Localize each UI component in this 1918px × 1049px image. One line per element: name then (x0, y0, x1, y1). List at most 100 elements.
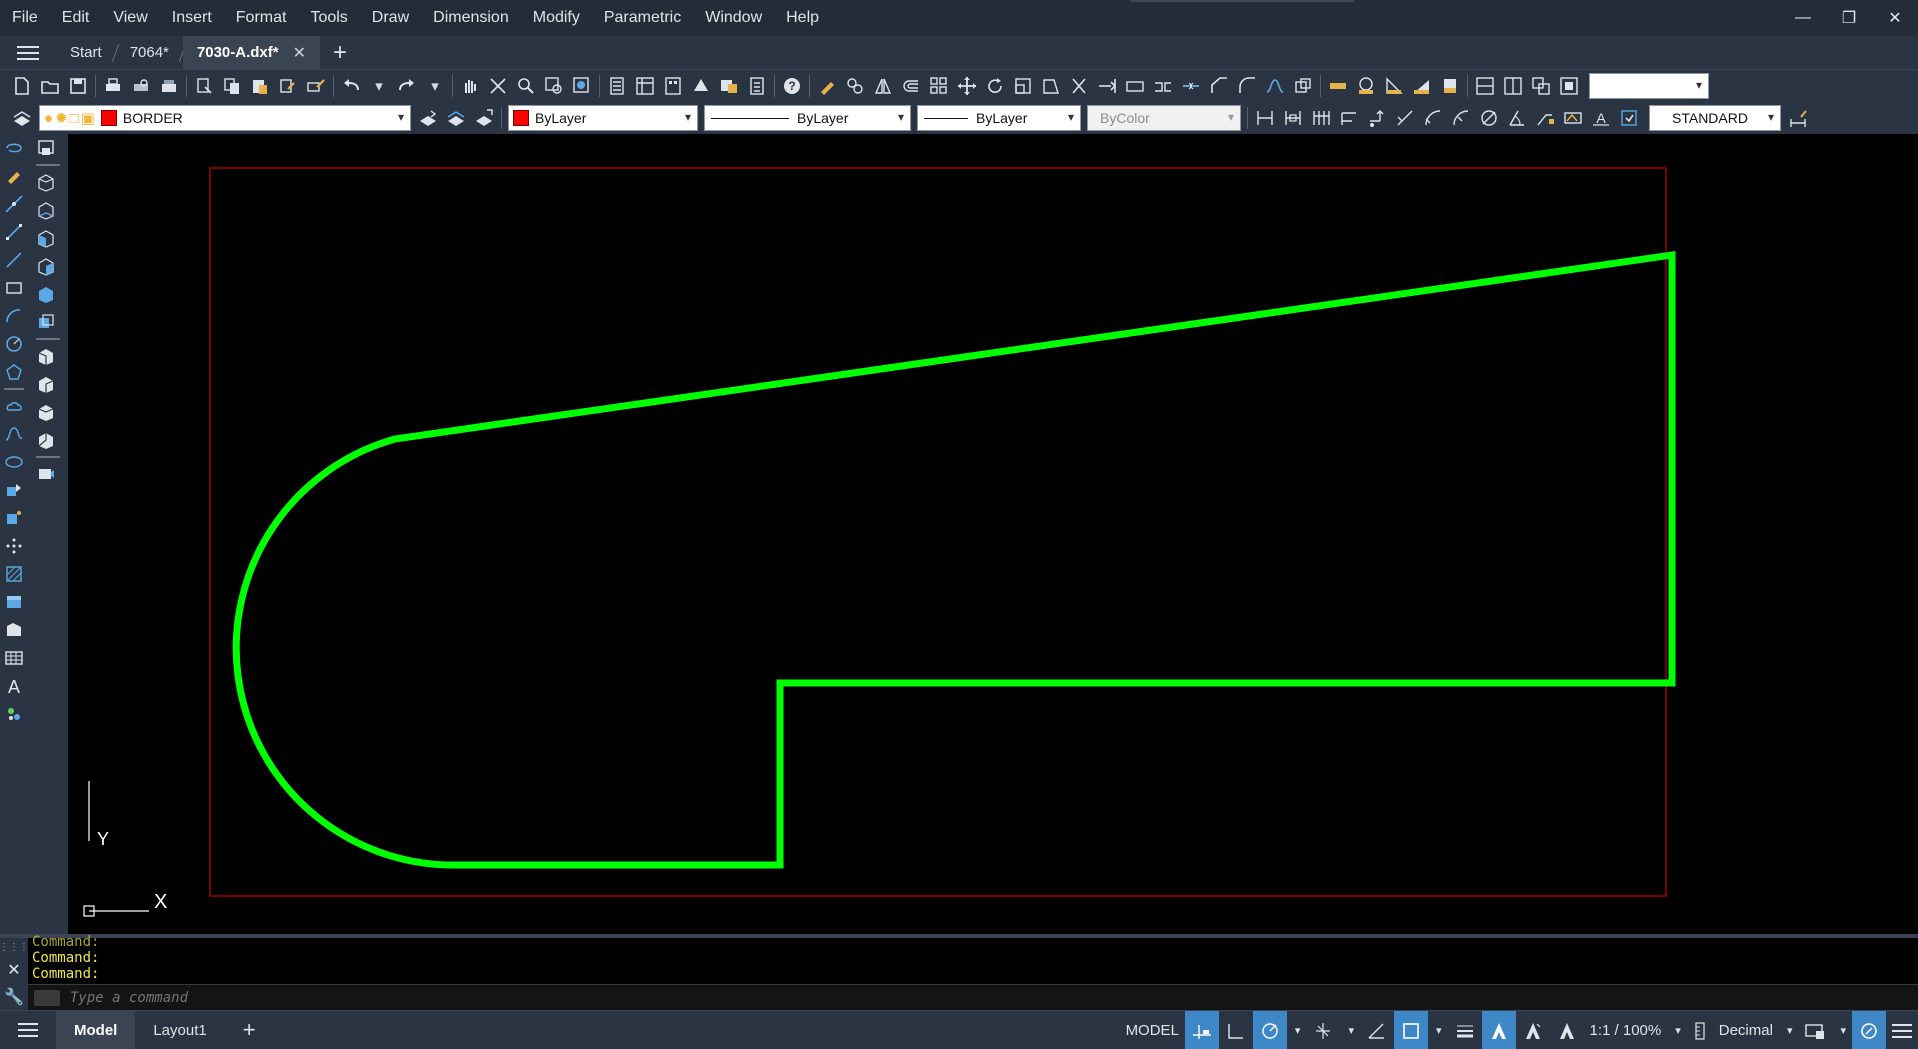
viewport-dropdown-icon[interactable]: ▾ (1834, 1011, 1852, 1049)
redo-dropdown-icon[interactable]: ▾ (421, 72, 449, 100)
drawing-border[interactable] (209, 167, 1667, 897)
design-center-icon[interactable] (631, 72, 659, 100)
ortho-dropdown-icon[interactable]: ▾ (1342, 1011, 1360, 1049)
region-icon[interactable] (0, 616, 28, 644)
color-dropdown[interactable]: ByLayer ▾ (508, 105, 698, 131)
erase-icon[interactable] (813, 72, 841, 100)
chamfer-icon[interactable] (1205, 72, 1233, 100)
units-dropdown-icon[interactable]: ▾ (1781, 1011, 1799, 1049)
menu-format[interactable]: Format (224, 9, 299, 27)
tab-7030-a[interactable]: 7030-A.dxf* ✕ (182, 36, 321, 69)
print-preview-icon[interactable] (127, 72, 155, 100)
table-icon[interactable] (0, 644, 28, 672)
tool-palettes-icon[interactable] (659, 72, 687, 100)
dimension-style-icon[interactable] (1784, 104, 1812, 132)
menu-dimension[interactable]: Dimension (421, 9, 521, 27)
lasso-select-icon[interactable] (0, 134, 28, 162)
close-button[interactable]: ✕ (1872, 0, 1918, 36)
radius-icon[interactable] (1352, 72, 1380, 100)
minimize-button[interactable]: — (1780, 0, 1826, 36)
polar-dropdown-icon[interactable]: ▾ (1289, 1011, 1307, 1049)
hamburger-menu-icon[interactable] (0, 36, 56, 69)
tab-close-icon[interactable]: ✕ (293, 43, 306, 63)
copy-icon[interactable] (218, 72, 246, 100)
paste-icon[interactable] (246, 72, 274, 100)
copy-object-icon[interactable] (841, 72, 869, 100)
sheet-set-icon[interactable] (687, 72, 715, 100)
ne-isometric-icon[interactable] (32, 398, 60, 426)
cut-icon[interactable] (190, 72, 218, 100)
make-block-icon[interactable] (0, 504, 28, 532)
zoom-extents-icon[interactable] (484, 72, 512, 100)
grid-icon[interactable] (1184, 1011, 1219, 1049)
right-view-icon[interactable] (32, 252, 60, 280)
fillet-icon[interactable] (1233, 72, 1261, 100)
cascade-icon[interactable] (1527, 72, 1555, 100)
hatch-icon[interactable] (0, 560, 28, 588)
model-space-toggle[interactable]: MODEL (1120, 1011, 1185, 1049)
lineweight-display-icon[interactable] (1448, 1011, 1482, 1049)
break-icon[interactable] (1149, 72, 1177, 100)
jogged-dimension-icon[interactable] (1447, 104, 1475, 132)
recent-commands-icon[interactable] (34, 989, 60, 1006)
dimension-update-icon[interactable] (1615, 104, 1643, 132)
zoom-previous-icon[interactable] (568, 72, 596, 100)
menu-view[interactable]: View (101, 9, 159, 27)
point-icon[interactable] (0, 532, 28, 560)
distance-icon[interactable] (1324, 72, 1352, 100)
add-tab-button[interactable]: + (320, 36, 360, 69)
arc-length-icon[interactable] (1419, 104, 1447, 132)
layer-previous-icon[interactable] (442, 104, 470, 132)
menu-insert[interactable]: Insert (160, 9, 224, 27)
tile-horizontal-icon[interactable] (1471, 72, 1499, 100)
rectangle-icon[interactable] (0, 274, 28, 302)
break-at-point-icon[interactable] (1121, 72, 1149, 100)
layer-manager-icon[interactable] (8, 104, 36, 132)
top-view-icon[interactable] (32, 168, 60, 196)
menu-edit[interactable]: Edit (50, 9, 102, 27)
tab-model[interactable]: Model (56, 1010, 136, 1049)
menu-parametric[interactable]: Parametric (592, 9, 693, 27)
offset-icon[interactable] (897, 72, 925, 100)
customization-menu-icon[interactable] (1886, 1011, 1918, 1049)
baseline-dimension-icon[interactable] (1307, 104, 1335, 132)
arrange-icon[interactable] (1555, 72, 1583, 100)
menu-draw[interactable]: Draw (360, 9, 421, 27)
bottom-view-icon[interactable] (32, 196, 60, 224)
annotation-visibility-icon[interactable] (1481, 1011, 1516, 1049)
sw-isometric-icon[interactable] (32, 342, 60, 370)
diameter-dimension-icon[interactable] (1475, 104, 1503, 132)
grip-icon[interactable]: ⋮⋮⋮ (0, 942, 29, 953)
stretch-icon[interactable] (1037, 72, 1065, 100)
multiline-text-icon[interactable]: A (0, 672, 28, 700)
area-icon[interactable] (1408, 72, 1436, 100)
erase-draw-icon[interactable] (0, 162, 28, 190)
left-view-icon[interactable] (32, 224, 60, 252)
angle-icon[interactable] (1380, 72, 1408, 100)
camera-icon[interactable] (32, 460, 60, 488)
radius-dimension-icon[interactable] (1391, 104, 1419, 132)
redo-icon[interactable] (393, 72, 421, 100)
revision-cloud-icon[interactable] (0, 392, 28, 420)
linetype-dropdown[interactable]: ByLayer ▾ (704, 105, 911, 131)
add-layout-button[interactable]: + (225, 1011, 274, 1049)
trim-icon[interactable] (1065, 72, 1093, 100)
layer-dropdown[interactable]: ● ✹ □ ▣ BORDER ▾ (39, 105, 411, 131)
snap-icon[interactable] (1219, 1011, 1253, 1049)
markup-icon[interactable] (715, 72, 743, 100)
clean-screen-icon[interactable] (1852, 1011, 1886, 1049)
paint-brush-icon[interactable] (302, 72, 330, 100)
mirror-icon[interactable] (869, 72, 897, 100)
polyline-icon[interactable] (0, 246, 28, 274)
continue-dimension-icon[interactable] (1335, 104, 1363, 132)
menu-window[interactable]: Window (693, 9, 774, 27)
auto-scale-icon[interactable] (1516, 1011, 1550, 1049)
command-input[interactable] (70, 989, 670, 1006)
back-view-icon[interactable] (32, 308, 60, 336)
layer-states-icon[interactable] (470, 104, 498, 132)
zoom-window-icon[interactable] (540, 72, 568, 100)
units-value[interactable]: Decimal (1713, 1011, 1779, 1049)
new-file-icon[interactable] (8, 72, 36, 100)
tab-start[interactable]: Start (56, 36, 116, 69)
insert-block-icon[interactable] (0, 476, 28, 504)
